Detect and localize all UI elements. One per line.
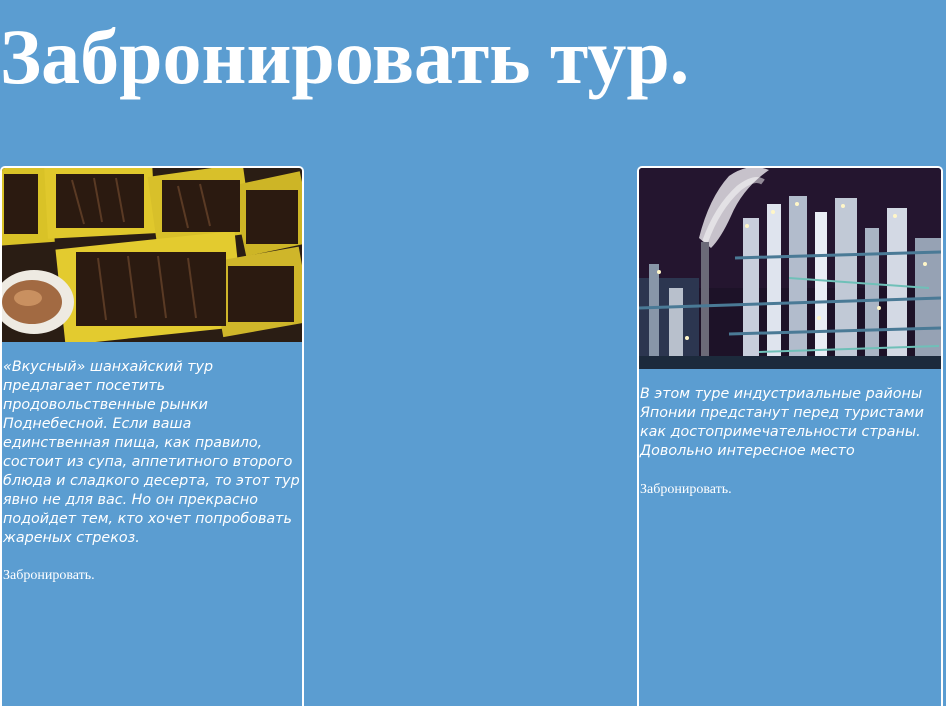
book-tour-link[interactable]: Забронировать.	[2, 568, 95, 584]
industrial-plant-image	[639, 168, 941, 369]
page-title: Забронировать тур.	[0, 13, 690, 100]
tour-description: В этом туре индустриальные районы Японии…	[640, 386, 924, 459]
food-market-image	[2, 168, 302, 342]
tour-card-japan: В этом туре индустриальные районы Японии…	[637, 166, 943, 706]
tour-card-shanghai: «Вкусный» шанхайский тур предлагает посе…	[0, 166, 304, 706]
tour-description: «Вкусный» шанхайский тур предлагает посе…	[3, 359, 300, 546]
book-tour-link[interactable]: Забронировать.	[639, 482, 732, 498]
